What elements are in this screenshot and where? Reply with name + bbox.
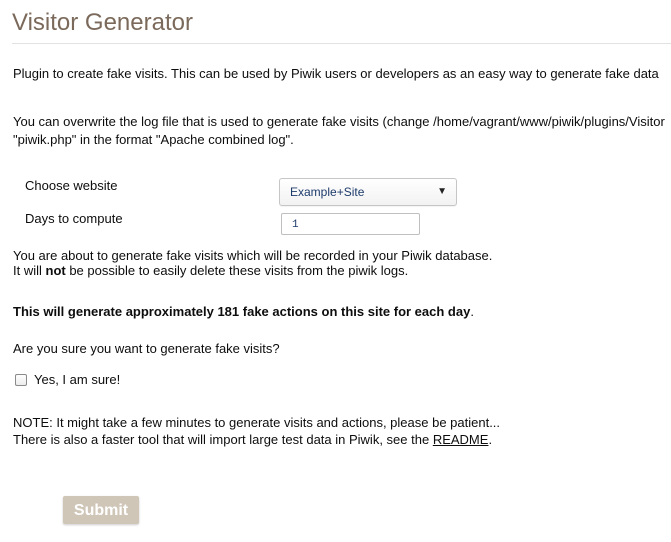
note-line2-suffix: . bbox=[488, 432, 493, 447]
title-divider bbox=[12, 43, 671, 44]
warning-line1: You are about to generate fake visits wh… bbox=[13, 248, 493, 263]
choose-website-label: Choose website bbox=[25, 178, 118, 193]
warning-line2: It will not be possible to easily delete… bbox=[13, 263, 408, 278]
warning-line2-suffix: be possible to easily delete these visit… bbox=[65, 263, 409, 278]
overwrite-info-line2: "piwik.php" in the format "Apache combin… bbox=[13, 132, 294, 147]
estimate-text: This will generate approximately 181 fak… bbox=[13, 304, 474, 319]
submit-button[interactable]: Submit bbox=[63, 496, 139, 524]
chevron-down-icon: ▼ bbox=[437, 186, 447, 197]
plugin-description: Plugin to create fake visits. This can b… bbox=[13, 66, 659, 81]
page-title: Visitor Generator bbox=[12, 9, 193, 36]
confirm-checkbox[interactable] bbox=[15, 374, 27, 386]
note-line2-prefix: There is also a faster tool that will im… bbox=[13, 432, 433, 447]
estimate-suffix: . bbox=[470, 304, 474, 319]
confirm-question: Are you sure you want to generate fake v… bbox=[13, 341, 280, 356]
note-line2: There is also a faster tool that will im… bbox=[13, 432, 492, 447]
overwrite-info-line1: You can overwrite the log file that is u… bbox=[13, 114, 665, 129]
confirm-checkbox-label[interactable]: Yes, I am sure! bbox=[34, 372, 120, 387]
days-to-compute-input[interactable] bbox=[281, 213, 420, 235]
estimate-bold: This will generate approximately 181 fak… bbox=[13, 304, 471, 319]
website-select-value: Example+Site bbox=[290, 185, 365, 199]
readme-link[interactable]: README bbox=[433, 432, 489, 447]
website-select[interactable]: Example+Site ▼ bbox=[279, 178, 457, 206]
days-to-compute-label: Days to compute bbox=[25, 211, 123, 226]
note-line1: NOTE: It might take a few minutes to gen… bbox=[13, 415, 501, 430]
warning-emphasis: not bbox=[45, 263, 66, 278]
warning-line2-prefix: It will bbox=[13, 263, 46, 278]
